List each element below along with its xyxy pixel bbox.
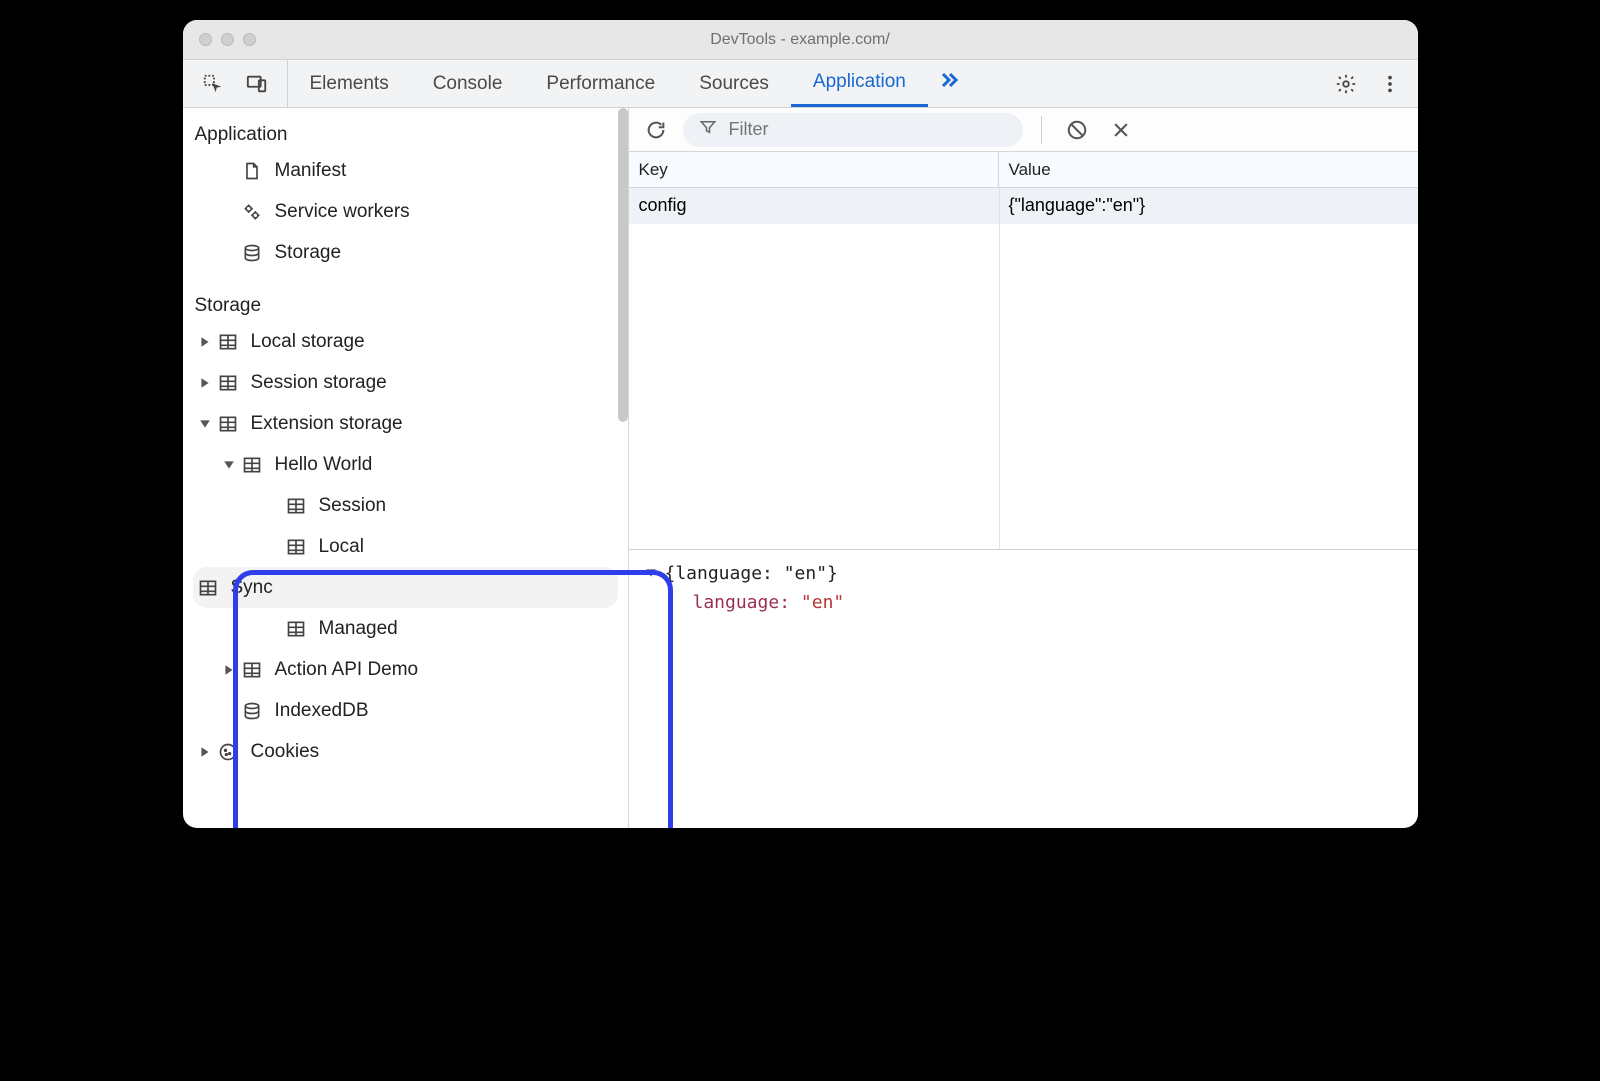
window-title: DevTools - example.com/ (710, 31, 890, 49)
table-row[interactable]: config {"language":"en"} (629, 188, 1418, 224)
chevron-right-icon (195, 746, 215, 758)
kebab-menu-icon[interactable] (1370, 64, 1410, 104)
filter-box[interactable] (683, 113, 1023, 147)
preview-summary: {language: "en"} (665, 560, 838, 589)
tree-label: Cookies (251, 741, 320, 763)
database-icon (239, 240, 265, 266)
filter-icon (699, 118, 717, 141)
col-header-value[interactable]: Value (999, 152, 1418, 187)
preview-summary-line[interactable]: {language: "en"} (645, 560, 1402, 589)
zoom-dot[interactable] (243, 33, 256, 46)
tree-label: Local (319, 536, 364, 558)
minimize-dot[interactable] (221, 33, 234, 46)
main-toolbar: Elements Console Performance Sources App… (183, 60, 1418, 108)
titlebar: DevTools - example.com/ (183, 20, 1418, 60)
table-icon (283, 534, 309, 560)
table-icon (283, 616, 309, 642)
sidebar-item-indexeddb[interactable]: IndexedDB (183, 690, 628, 731)
tree-label: Hello World (275, 454, 373, 476)
storage-action-bar (629, 108, 1418, 152)
column-separator[interactable] (999, 188, 1000, 549)
preview-prop-value: "en" (801, 592, 844, 613)
chevron-right-icon (219, 664, 239, 676)
refresh-icon[interactable] (639, 113, 673, 147)
device-toggle-icon[interactable] (237, 64, 277, 104)
tab-performance[interactable]: Performance (524, 60, 677, 107)
table-body: config {"language":"en"} (629, 188, 1418, 550)
sidebar-item-manifest[interactable]: Manifest (183, 150, 628, 191)
tree-label: Extension storage (251, 413, 403, 435)
chevron-down-icon (645, 560, 657, 589)
devtools-window: DevTools - example.com/ Elements Console… (183, 20, 1418, 828)
table-icon (215, 370, 241, 396)
content-area: Application Manifest Service workers Sto… (183, 108, 1418, 828)
sidebar-item-storage[interactable]: Storage (183, 232, 628, 273)
database-icon (239, 698, 265, 724)
tab-console[interactable]: Console (411, 60, 525, 107)
table-icon (239, 657, 265, 683)
chevron-right-icon (195, 377, 215, 389)
tree-label: Manifest (275, 160, 347, 182)
scrollbar[interactable] (618, 108, 628, 422)
sidebar-item-local-storage[interactable]: Local storage (183, 321, 628, 362)
more-tabs-icon[interactable] (928, 60, 968, 100)
tree-label: Session storage (251, 372, 387, 394)
sidebar-item-extension-storage[interactable]: Extension storage (183, 403, 628, 444)
cell-value: {"language":"en"} (999, 188, 1418, 223)
tree-label: IndexedDB (275, 700, 369, 722)
preview-prop-key: language (693, 592, 780, 613)
section-storage: Storage (183, 287, 628, 321)
tree-label: Local storage (251, 331, 365, 353)
tab-elements[interactable]: Elements (288, 60, 411, 107)
cookie-icon (215, 739, 241, 765)
sidebar-item-ext-local[interactable]: Local (183, 526, 628, 567)
col-header-key[interactable]: Key (629, 152, 999, 187)
table-icon (239, 452, 265, 478)
sidebar-item-ext-sync[interactable]: Sync (193, 567, 618, 608)
gears-icon (239, 199, 265, 225)
tree-label: Service workers (275, 201, 410, 223)
tree-label: Session (319, 495, 387, 517)
chevron-down-icon (195, 418, 215, 430)
storage-panel: Key Value config {"language":"en"} {lang… (629, 108, 1418, 828)
delete-icon[interactable] (1104, 113, 1138, 147)
divider (1041, 116, 1042, 144)
application-sidebar: Application Manifest Service workers Sto… (183, 108, 629, 828)
table-icon (215, 411, 241, 437)
chevron-right-icon (195, 336, 215, 348)
file-icon (239, 158, 265, 184)
sidebar-item-session-storage[interactable]: Session storage (183, 362, 628, 403)
section-application: Application (183, 116, 628, 150)
preview-property: language: "en" (645, 589, 1402, 618)
table-icon (215, 329, 241, 355)
sidebar-item-action-api-demo[interactable]: Action API Demo (183, 649, 628, 690)
tree-label: Managed (319, 618, 398, 640)
table-header: Key Value (629, 152, 1418, 188)
tree-label: Sync (231, 577, 273, 599)
tab-application[interactable]: Application (791, 60, 928, 107)
sidebar-item-service-workers[interactable]: Service workers (183, 191, 628, 232)
cell-key: config (629, 188, 999, 223)
chevron-down-icon (219, 459, 239, 471)
table-icon (195, 575, 221, 601)
sidebar-item-cookies[interactable]: Cookies (183, 731, 628, 772)
inspect-element-icon[interactable] (193, 64, 233, 104)
clear-all-icon[interactable] (1060, 113, 1094, 147)
filter-input[interactable] (729, 119, 1007, 140)
sidebar-item-ext-session[interactable]: Session (183, 485, 628, 526)
table-icon (283, 493, 309, 519)
tab-sources[interactable]: Sources (677, 60, 791, 107)
settings-gear-icon[interactable] (1326, 64, 1366, 104)
sidebar-item-hello-world[interactable]: Hello World (183, 444, 628, 485)
close-dot[interactable] (199, 33, 212, 46)
value-preview: {language: "en"} language: "en" (629, 550, 1418, 628)
sidebar-item-ext-managed[interactable]: Managed (183, 608, 628, 649)
tree-label: Storage (275, 242, 342, 264)
tree-label: Action API Demo (275, 659, 419, 681)
traffic-lights[interactable] (199, 33, 256, 46)
panel-tabs: Elements Console Performance Sources App… (288, 60, 1318, 107)
